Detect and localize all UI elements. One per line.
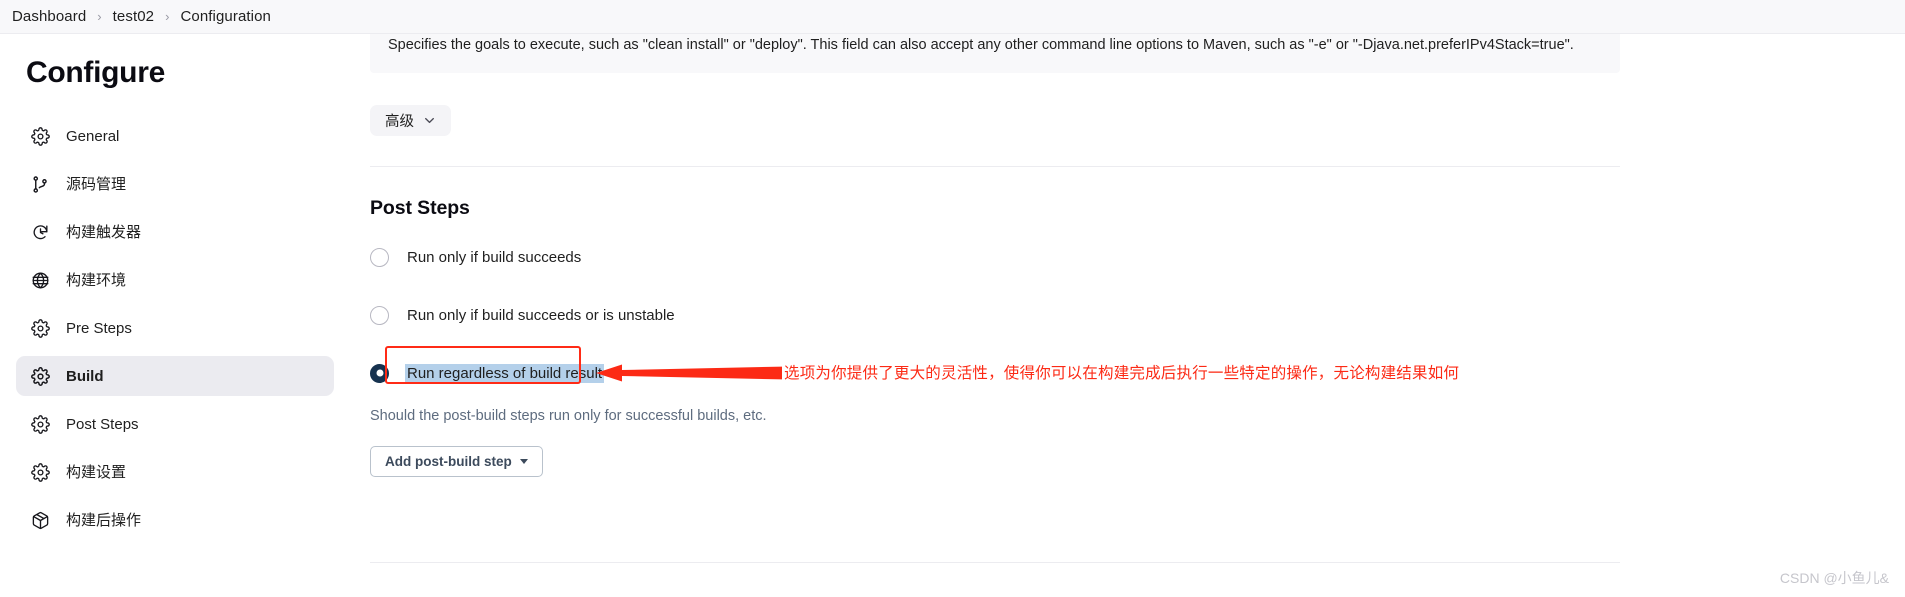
gear-icon bbox=[30, 462, 51, 483]
branch-icon bbox=[30, 174, 51, 195]
configure-sidebar: Configure General 源码管理 构建触发器 构建环境 Pre St… bbox=[0, 34, 350, 597]
post-steps-radio-group: Run only if build succeeds Run only if b… bbox=[370, 242, 1620, 388]
gear-icon bbox=[30, 126, 51, 147]
breadcrumb-item-test02[interactable]: test02 bbox=[113, 8, 154, 25]
sidebar-item-label: 构建环境 bbox=[66, 271, 127, 289]
sidebar-item-label: 构建后操作 bbox=[66, 511, 142, 529]
sidebar-item-label: 构建设置 bbox=[66, 463, 127, 481]
sidebar-item-general[interactable]: General bbox=[16, 116, 334, 156]
goals-description-text: Specifies the goals to execute, such as … bbox=[388, 37, 1574, 53]
sidebar-item-label: General bbox=[66, 127, 120, 145]
sidebar-nav: General 源码管理 构建触发器 构建环境 Pre Steps Build … bbox=[0, 116, 350, 540]
sidebar-item-source-code-management[interactable]: 源码管理 bbox=[16, 164, 334, 204]
sidebar-item-build-triggers[interactable]: 构建触发器 bbox=[16, 212, 334, 252]
advanced-toggle-label: 高级 bbox=[385, 114, 414, 131]
add-post-build-step-button[interactable]: Add post-build step bbox=[370, 446, 543, 478]
post-steps-helper-text: Should the post-build steps run only for… bbox=[370, 408, 767, 425]
gear-icon bbox=[30, 318, 51, 339]
clock-icon bbox=[30, 222, 51, 243]
caret-down-icon bbox=[519, 459, 528, 465]
page-title: Configure bbox=[26, 56, 165, 89]
package-icon bbox=[30, 510, 51, 531]
radio-circle-icon[interactable] bbox=[370, 363, 389, 383]
red-arrow-icon bbox=[596, 364, 782, 382]
radio-circle-icon[interactable] bbox=[370, 247, 389, 267]
breadcrumb-item-configuration[interactable]: Configuration bbox=[180, 8, 271, 25]
gear-icon bbox=[30, 414, 51, 435]
radio-circle-icon[interactable] bbox=[370, 305, 389, 325]
radio-run-only-if-build-succeeds[interactable]: Run only if build succeeds bbox=[370, 242, 1620, 272]
sidebar-item-build[interactable]: Build bbox=[16, 356, 334, 396]
sidebar-item-label: Post Steps bbox=[66, 415, 139, 433]
radio-run-regardless-of-build-result[interactable]: Run regardless of build result 选项为你提供了更大… bbox=[370, 346, 1620, 388]
radio-label: Run only if build succeeds or is unstabl… bbox=[407, 306, 675, 324]
sidebar-item-label: 构建触发器 bbox=[66, 223, 142, 241]
sidebar-item-build-environment[interactable]: 构建环境 bbox=[16, 260, 334, 300]
annotation-callout: 选项为你提供了更大的灵活性，使得你可以在构建完成后执行一些特定的操作，无论构建结… bbox=[596, 360, 1459, 386]
sidebar-item-label: 源码管理 bbox=[66, 175, 127, 193]
chevron-down-icon bbox=[425, 118, 434, 124]
sidebar-item-post-build-actions[interactable]: 构建后操作 bbox=[16, 500, 334, 540]
radio-label: Run regardless of build result bbox=[405, 363, 605, 383]
post-steps-heading: Post Steps bbox=[370, 197, 470, 220]
globe-icon bbox=[30, 270, 51, 291]
sidebar-item-label: Build bbox=[66, 367, 104, 385]
sidebar-item-post-steps[interactable]: Post Steps bbox=[16, 404, 334, 444]
breadcrumb: Dashboard › test02 › Configuration bbox=[0, 0, 1905, 34]
add-post-build-step-label: Add post-build step bbox=[385, 454, 512, 470]
page-body: Configure General 源码管理 构建触发器 构建环境 Pre St… bbox=[0, 24, 1905, 597]
breadcrumb-separator-icon: › bbox=[97, 9, 102, 24]
breadcrumb-item-dashboard[interactable]: Dashboard bbox=[12, 8, 86, 25]
sidebar-item-label: Pre Steps bbox=[66, 319, 132, 337]
csdn-watermark: CSDN @小鱼儿& bbox=[1779, 570, 1889, 586]
advanced-toggle-button[interactable]: 高级 bbox=[370, 105, 451, 137]
section-divider bbox=[370, 166, 1620, 168]
radio-run-only-if-build-succeeds-or-unstable[interactable]: Run only if build succeeds or is unstabl… bbox=[370, 300, 1620, 330]
sidebar-item-pre-steps[interactable]: Pre Steps bbox=[16, 308, 334, 348]
breadcrumb-separator-icon: › bbox=[165, 9, 170, 24]
gear-icon bbox=[30, 366, 51, 387]
main-content: Specifies the goals to execute, such as … bbox=[350, 24, 1905, 597]
content-column: Specifies the goals to execute, such as … bbox=[370, 24, 1620, 478]
bottom-divider bbox=[370, 562, 1620, 563]
sidebar-item-build-settings[interactable]: 构建设置 bbox=[16, 452, 334, 492]
radio-label: Run only if build succeeds bbox=[407, 248, 582, 266]
annotation-text: 选项为你提供了更大的灵活性，使得你可以在构建完成后执行一些特定的操作，无论构建结… bbox=[784, 364, 1460, 382]
